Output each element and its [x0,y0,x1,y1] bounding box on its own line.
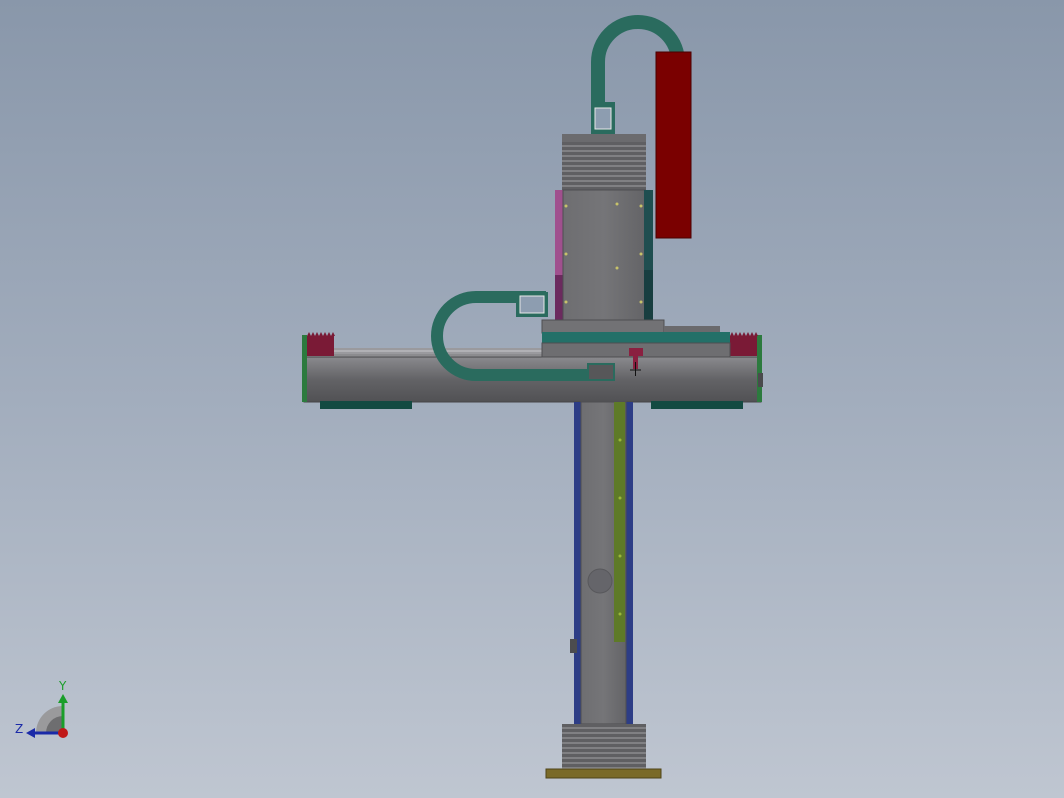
teal-carriage-plate [542,332,730,343]
z-axis-top-bellows [562,134,646,190]
base-plate [545,768,662,779]
beam-foot-left [320,401,412,409]
graphics-viewport[interactable]: Y Z [0,0,1064,798]
z-axis-motor [655,51,692,239]
beam-end-cap-right [757,335,762,402]
coordinate-triad [26,694,68,738]
beam-foot-right [651,401,743,409]
rail-cover-right [730,332,758,356]
column-side-rail-right [626,402,633,724]
z-axis-carriage [555,189,653,323]
rail-cover-left [307,332,335,356]
triad-z-label: Z [15,722,24,736]
triad-y-label: Y [59,679,67,693]
x-axis-origin [58,728,68,738]
beam-end-cap-left [302,335,307,402]
gantry-robot-model [26,15,763,779]
z-axis-bottom-bellows [562,724,646,770]
column-side-rail-left [574,402,581,724]
column-bolt-hole [587,568,613,594]
limit-sensor [629,348,643,356]
column-side-sensor [570,639,577,653]
green-gear-rack [614,402,625,642]
z-axis-column [570,401,633,725]
